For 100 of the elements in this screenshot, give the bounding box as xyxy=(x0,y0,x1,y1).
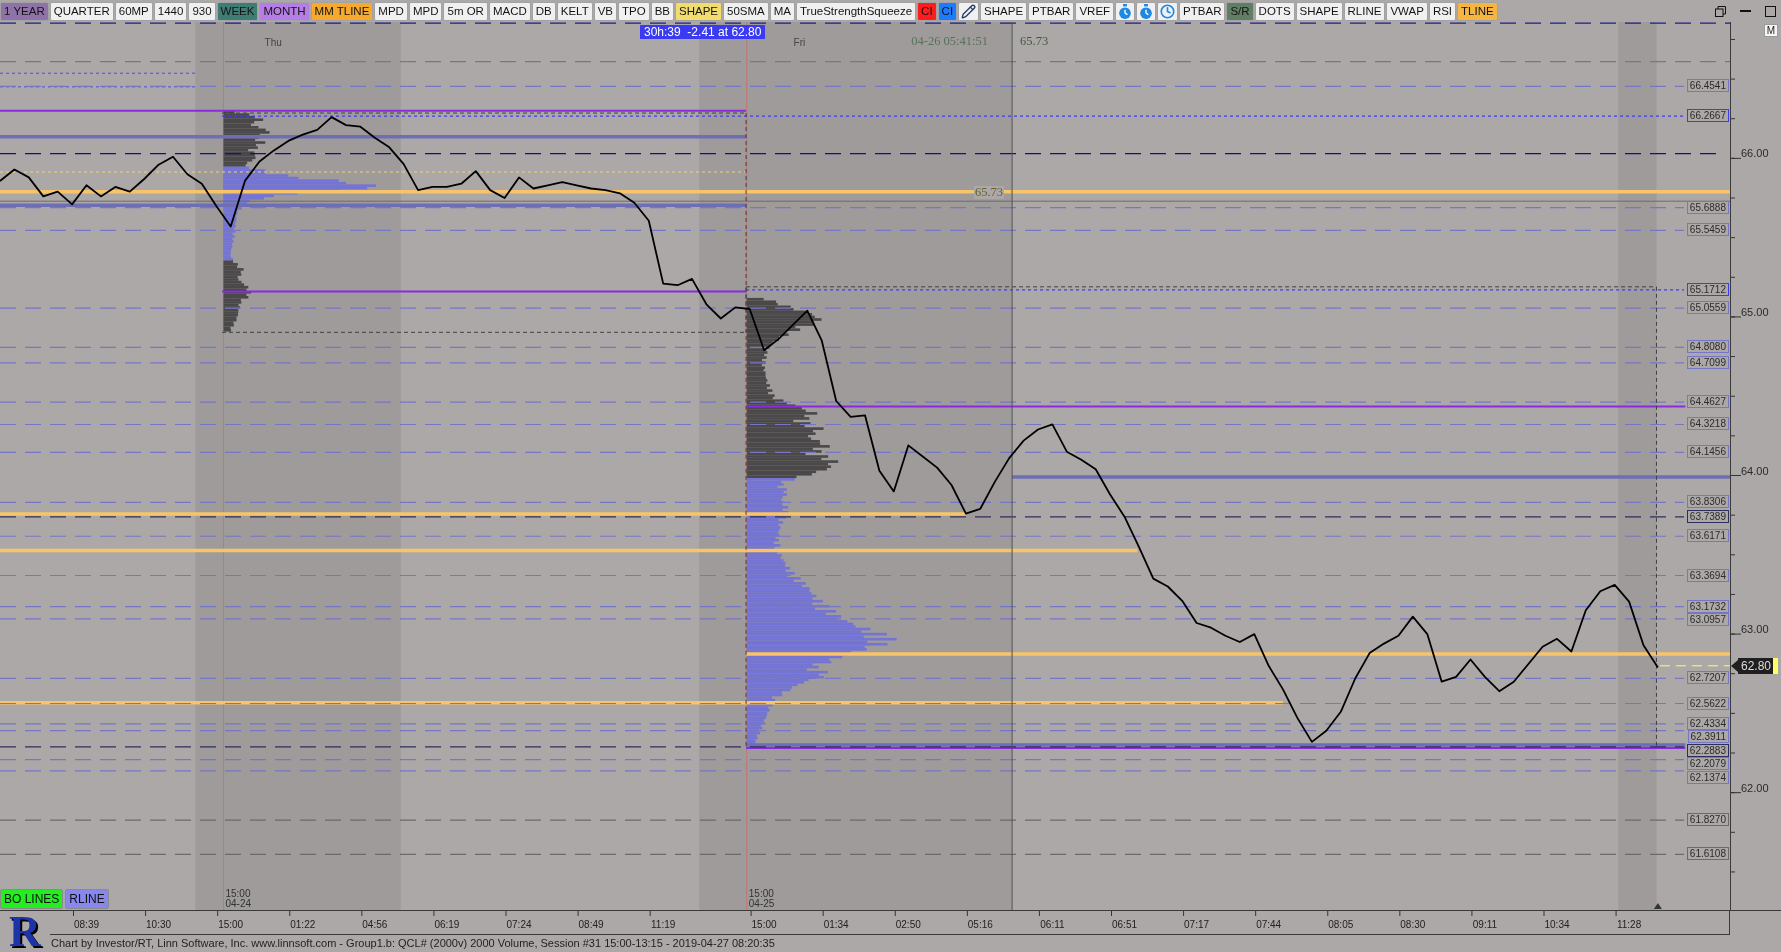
time-axis-label: 06:51 xyxy=(1112,919,1137,930)
price-level-label: 65.5459 xyxy=(1686,223,1729,237)
toolbar-button[interactable]: QUARTER xyxy=(49,1,114,21)
price-level-label: 65.0559 xyxy=(1686,301,1729,315)
time-axis-label: 01:34 xyxy=(823,919,849,930)
time-axis-label: 09:11 xyxy=(1472,919,1498,930)
toolbar-button[interactable]: BB xyxy=(650,1,674,21)
cursor-time: 04-26 05:41:51 xyxy=(911,35,989,48)
price-level-label: 66.2667 xyxy=(1686,109,1729,123)
toolbar-button[interactable]: S/R xyxy=(1226,1,1254,21)
time-axis-label: 08:39 xyxy=(74,919,99,930)
toolbar-button[interactable]: 5m OR xyxy=(443,1,488,21)
price-level-label: 63.6171 xyxy=(1686,529,1729,543)
toolbar-button[interactable]: MACD xyxy=(488,1,531,21)
toolbar-button[interactable]: VWAP xyxy=(1386,1,1428,21)
toolbar-button[interactable]: VREF xyxy=(1075,1,1115,21)
price-axis-label: 65.00 xyxy=(1741,305,1769,318)
toolbar-button[interactable]: 60MP xyxy=(114,1,153,21)
stopwatch-icon xyxy=(1140,3,1153,19)
toolbar-button[interactable]: SHAPE xyxy=(1295,1,1343,21)
toolbar-button[interactable]: SHAPE xyxy=(980,1,1028,21)
session-date: 04-24 xyxy=(225,899,252,909)
price-level-label: 64.8080 xyxy=(1686,340,1729,354)
corner-button[interactable]: M xyxy=(1763,24,1778,37)
time-axis-label: 06:19 xyxy=(434,919,460,930)
time-axis-label: 07:44 xyxy=(1256,919,1282,930)
toolbar-button[interactable]: MM TLINE xyxy=(310,1,374,21)
session-time: 15:00 xyxy=(225,889,252,899)
price-level-label: 63.8306 xyxy=(1686,495,1729,509)
price-level-label: 64.4627 xyxy=(1686,395,1729,409)
picture-last-price-line xyxy=(1659,665,1730,667)
draw-tool-button[interactable] xyxy=(958,1,980,21)
price-level-label: 62.5622 xyxy=(1686,696,1729,710)
toolbar-button[interactable]: 50SMA xyxy=(723,1,769,21)
toolbar-button[interactable]: SHAPE xyxy=(675,1,722,21)
session-time: 15:00 xyxy=(748,889,775,899)
toolbar-button[interactable]: TPO xyxy=(618,1,650,21)
price-level-label: 63.3694 xyxy=(1686,568,1729,582)
overlay-button[interactable]: RLINE xyxy=(65,889,109,909)
clock-icon xyxy=(1160,3,1176,19)
toolbar-button[interactable]: VB xyxy=(593,1,618,21)
price-info-box: 30h:39 -2.41 at 62.80 xyxy=(640,25,766,39)
toolbar-button[interactable]: 1 YEAR xyxy=(0,1,49,21)
toolbar-button[interactable]: PTBAR xyxy=(1028,1,1075,21)
time-axis-label: 08:49 xyxy=(578,919,604,930)
toolbar-button[interactable]: MPD xyxy=(374,1,408,21)
toolbar-button[interactable]: TLINE xyxy=(1457,1,1498,21)
price-level-label: 64.3218 xyxy=(1686,417,1729,431)
price-level-label: 62.3911 xyxy=(1687,730,1729,744)
price-level-label: 62.1374 xyxy=(1686,770,1729,784)
toolbar-button[interactable]: MA xyxy=(769,1,795,21)
time-axis-label: 10:34 xyxy=(1544,919,1570,930)
toolbar-button[interactable]: MPD xyxy=(408,1,443,21)
price-level-label: 61.6108 xyxy=(1686,847,1729,861)
price-axis-label: 64.00 xyxy=(1741,464,1769,477)
toolbar-button[interactable]: PTBAR xyxy=(1179,1,1226,21)
toolbar-button[interactable]: DB xyxy=(531,1,556,21)
toolbar-button[interactable]: KELT xyxy=(556,1,593,21)
toolbar-button[interactable]: RSI xyxy=(1428,1,1457,21)
price-level-label: 61.8270 xyxy=(1686,813,1729,827)
toolbar-button[interactable]: RLINE xyxy=(1343,1,1386,21)
clock-button[interactable] xyxy=(1157,1,1179,21)
session-date: 04-25 xyxy=(748,899,775,909)
time-axis-label: 06:11 xyxy=(1040,919,1065,930)
stopwatch-icon xyxy=(1119,3,1132,19)
price-level-label: 65.6888 xyxy=(1686,200,1729,214)
timer-button[interactable] xyxy=(1115,1,1136,21)
price-level-label: 64.1456 xyxy=(1686,445,1729,459)
toolbar-button[interactable]: 1440 xyxy=(153,1,188,21)
time-axis-label: 02:50 xyxy=(895,919,921,930)
time-axis-label: 07:24 xyxy=(506,919,532,930)
time-axis-label: 01:22 xyxy=(290,919,316,930)
price-level-label: 63.7389 xyxy=(1686,509,1729,523)
day-label: Fri xyxy=(793,37,806,48)
day-label: Thu xyxy=(264,37,282,48)
price-axis-label: 66.00 xyxy=(1741,147,1769,160)
time-axis-label: 08:05 xyxy=(1328,919,1354,930)
price-axis-label: 62.00 xyxy=(1741,781,1769,794)
time-axis-label: 05:16 xyxy=(967,919,993,930)
overlay-button[interactable]: BO LINES xyxy=(0,889,64,909)
maximize-icon[interactable] xyxy=(1765,5,1776,17)
toolbar-button[interactable]: DOTS xyxy=(1254,1,1295,21)
logo: R xyxy=(9,911,41,952)
toolbar-button[interactable]: WEEK xyxy=(216,1,259,21)
time-axis-label: 08:30 xyxy=(1400,919,1426,930)
toolbar-button[interactable]: 930 xyxy=(188,1,216,21)
price-level-label: 62.7207 xyxy=(1686,671,1729,685)
time-axis-label: 10:30 xyxy=(146,919,172,930)
toolbar-button[interactable]: MONTH xyxy=(259,1,310,21)
price-level-label: 62.2883 xyxy=(1686,743,1729,757)
restore-icon[interactable] xyxy=(1715,5,1726,17)
footer-caption: Chart by Investor/RT, Linn Software, Inc. www.linnsoft.com - Group1.b: QCL# (2000v) 2000 Volume, Session #31 15:00-13:15 - 2019-04-27 08:20:35 xyxy=(50,936,776,951)
toolbar-button[interactable]: CI xyxy=(937,1,958,21)
timer-button[interactable] xyxy=(1136,1,1157,21)
price-level-label: 62.2079 xyxy=(1686,757,1729,771)
price-level-label: 62.4334 xyxy=(1686,716,1729,730)
toolbar-button[interactable]: CI xyxy=(917,1,937,21)
time-axis-label: 04:56 xyxy=(362,919,388,930)
toolbar-button[interactable]: TrueStrengthSqueeze xyxy=(796,1,917,21)
price-level-label: 66.4541 xyxy=(1686,79,1729,93)
